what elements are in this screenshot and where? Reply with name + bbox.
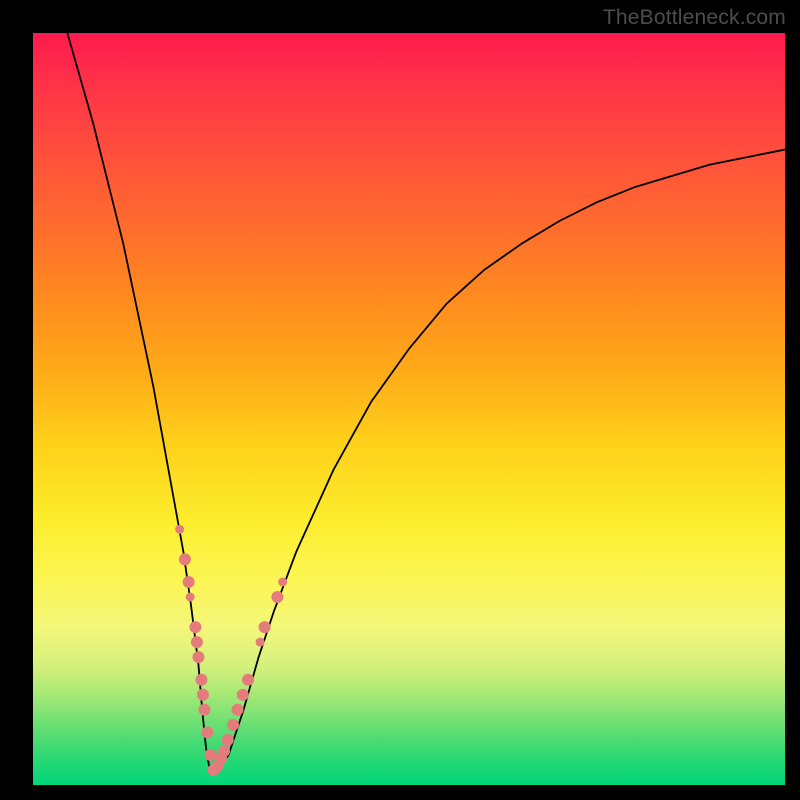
curve-marker xyxy=(222,734,234,746)
curve-marker xyxy=(201,726,213,738)
curve-marker xyxy=(183,576,195,588)
curve-marker xyxy=(179,553,191,565)
curve-marker xyxy=(197,689,209,701)
curve-marker xyxy=(204,749,216,761)
curve-marker xyxy=(192,651,204,663)
curve-marker xyxy=(186,593,195,602)
curve-marker xyxy=(189,621,201,633)
curve-marker xyxy=(175,525,184,534)
bottleneck-curve xyxy=(63,18,785,770)
curve-marker xyxy=(237,689,249,701)
curve-marker xyxy=(232,704,244,716)
chart-frame: TheBottleneck.com xyxy=(0,0,800,800)
curve-layer xyxy=(33,33,785,785)
watermark-text: TheBottleneck.com xyxy=(603,6,786,30)
curve-markers xyxy=(175,525,287,776)
curve-marker xyxy=(271,591,283,603)
curve-marker xyxy=(195,674,207,686)
curve-marker xyxy=(259,621,271,633)
curve-marker xyxy=(227,719,239,731)
plot-area xyxy=(33,33,785,785)
curve-marker xyxy=(278,577,287,586)
curve-marker xyxy=(218,745,230,757)
curve-marker xyxy=(242,674,254,686)
curve-marker xyxy=(198,704,210,716)
curve-marker xyxy=(191,636,203,648)
curve-marker xyxy=(256,638,265,647)
